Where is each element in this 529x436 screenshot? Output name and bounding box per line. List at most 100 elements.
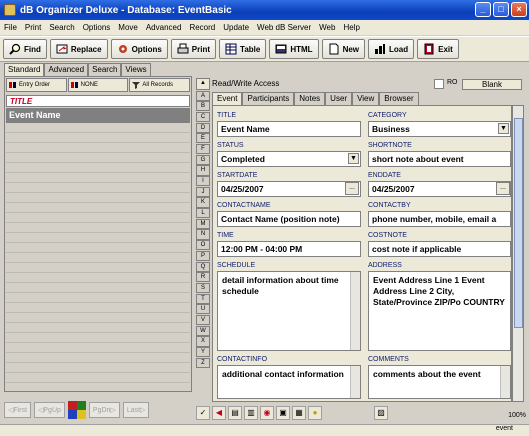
checkbox-icon[interactable]: ✓ [196, 406, 210, 420]
tab-browser[interactable]: Browser [379, 92, 419, 105]
replace-button[interactable]: Replace [49, 39, 108, 59]
lightbulb-icon[interactable]: ● [308, 406, 322, 420]
chevron-down-icon[interactable]: ▼ [498, 123, 509, 134]
alpha-b[interactable]: B [196, 101, 210, 112]
alpha-r[interactable]: R [196, 272, 210, 283]
alpha-n[interactable]: N [196, 229, 210, 240]
load-button[interactable]: Load [368, 39, 415, 59]
schedule-scrollbar[interactable] [350, 272, 360, 350]
alpha-e[interactable]: E [196, 133, 210, 144]
alpha-m[interactable]: M [196, 218, 210, 229]
contactinfo-scrollbar[interactable] [350, 366, 360, 398]
menu-help[interactable]: Help [343, 23, 359, 32]
alpha-j[interactable]: J [196, 186, 210, 197]
enddate-field[interactable]: 04/25/2007 [368, 181, 511, 197]
close-button[interactable]: × [511, 2, 527, 17]
startdate-picker-button[interactable]: ... [345, 182, 359, 195]
sort-entry-order-button[interactable]: Entry Order [6, 78, 67, 92]
category-select[interactable]: Business [368, 121, 511, 137]
alpha-d[interactable]: D [196, 122, 210, 133]
export-icon[interactable]: ▦ [292, 406, 306, 420]
record-list[interactable] [6, 123, 190, 391]
alpha-h[interactable]: H [196, 165, 210, 176]
tab-advanced[interactable]: Advanced [44, 63, 89, 76]
tab-view[interactable]: View [352, 92, 380, 105]
comments-textarea[interactable]: comments about the event [368, 365, 511, 399]
exit-button[interactable]: Exit [417, 39, 459, 59]
new-button[interactable]: New [321, 39, 366, 59]
import-icon[interactable]: ▣ [276, 406, 290, 420]
alpha-u[interactable]: U [196, 304, 210, 315]
alpha-p[interactable]: P [196, 250, 210, 261]
options-button[interactable]: Options [110, 39, 168, 59]
html-button[interactable]: HTML [269, 39, 319, 59]
alpha-g[interactable]: G [196, 154, 210, 165]
status-select[interactable]: Completed [217, 151, 361, 167]
tab-standard[interactable]: Standard [4, 63, 45, 76]
alpha-l[interactable]: L [196, 208, 210, 219]
startdate-field[interactable]: 04/25/2007 [217, 181, 361, 197]
contactby-field[interactable]: phone number, mobile, email a [368, 211, 511, 227]
form-scrollbar[interactable] [512, 105, 524, 402]
back-arrow-icon[interactable]: ◀ [212, 406, 226, 420]
alpha-f[interactable]: F [196, 143, 210, 155]
pgup-button[interactable]: ◁ PgUp [34, 402, 65, 418]
alpha-q[interactable]: Q [196, 261, 210, 272]
scroll-thumb[interactable] [514, 118, 523, 328]
alpha-x[interactable]: X [196, 336, 210, 347]
chevron-down-icon[interactable]: ▼ [348, 153, 359, 164]
list-item[interactable]: Event Name [6, 108, 190, 123]
list-column-header[interactable]: TITLE [6, 95, 190, 107]
address-textarea[interactable]: Event Address Line 1 Event Address Line … [368, 271, 511, 351]
alpha-w[interactable]: W [196, 325, 210, 336]
all-records-button[interactable]: All Records [129, 78, 191, 92]
alpha-y[interactable]: Y [196, 347, 210, 358]
table-button[interactable]: Table [219, 39, 267, 59]
print-record-icon[interactable]: ▨ [374, 406, 388, 420]
menu-search[interactable]: Search [49, 23, 74, 32]
tab-user[interactable]: User [325, 92, 353, 105]
tab-notes[interactable]: Notes [294, 92, 326, 105]
title-field[interactable]: Event Name [217, 121, 361, 137]
alpha-k[interactable]: K [196, 197, 210, 208]
menu-web[interactable]: Web [319, 23, 335, 32]
time-field[interactable]: 12:00 PM - 04:00 PM [217, 241, 361, 257]
browser-grid-icon[interactable] [67, 401, 86, 419]
print-button[interactable]: Print [170, 39, 217, 59]
alpha-z[interactable]: Z [196, 357, 210, 368]
comments-scrollbar[interactable] [500, 366, 510, 398]
find-button[interactable]: Find [3, 39, 47, 59]
read-only-checkbox[interactable] [434, 79, 444, 89]
costnote-field[interactable]: cost note if applicable [368, 241, 511, 257]
alpha-t[interactable]: T [196, 293, 210, 304]
maximize-button[interactable]: □ [493, 2, 509, 17]
menu-update[interactable]: Update [223, 23, 249, 32]
delete-icon[interactable]: ▥ [244, 406, 258, 420]
contactname-field[interactable]: Contact Name (position note) [217, 211, 361, 227]
enddate-picker-button[interactable]: ... [496, 182, 510, 195]
menu-options[interactable]: Options [83, 23, 111, 32]
alpha-v[interactable]: V [196, 314, 210, 326]
tab-search[interactable]: Search [88, 63, 122, 76]
first-button[interactable]: ◁ First [4, 402, 31, 418]
menu-move[interactable]: Move [118, 23, 138, 32]
tab-participants[interactable]: Participants [242, 92, 295, 105]
contactinfo-textarea[interactable]: additional contact information [217, 365, 361, 399]
refresh-icon[interactable]: ◉ [260, 406, 274, 420]
last-button[interactable]: Last ▷ [122, 402, 150, 418]
tab-event[interactable]: Event [212, 92, 243, 106]
menu-advanced[interactable]: Advanced [146, 23, 182, 32]
minimize-button[interactable]: _ [475, 2, 491, 17]
menu-print[interactable]: Print [25, 23, 41, 32]
alpha-o[interactable]: O [196, 240, 210, 251]
alpha-i[interactable]: I [196, 176, 210, 187]
menu-record[interactable]: Record [189, 23, 215, 32]
shortnote-field[interactable]: short note about event [368, 151, 511, 167]
schedule-textarea[interactable]: detail information about time schedule [217, 271, 361, 351]
sort-none-button[interactable]: NONE [67, 78, 129, 92]
pgdn-button[interactable]: PgDn ▷ [88, 402, 120, 418]
tab-views[interactable]: Views [121, 63, 151, 76]
menu-file[interactable]: File [4, 23, 17, 32]
alpha-c[interactable]: C [196, 111, 210, 123]
blank-button[interactable]: Blank [462, 79, 522, 90]
